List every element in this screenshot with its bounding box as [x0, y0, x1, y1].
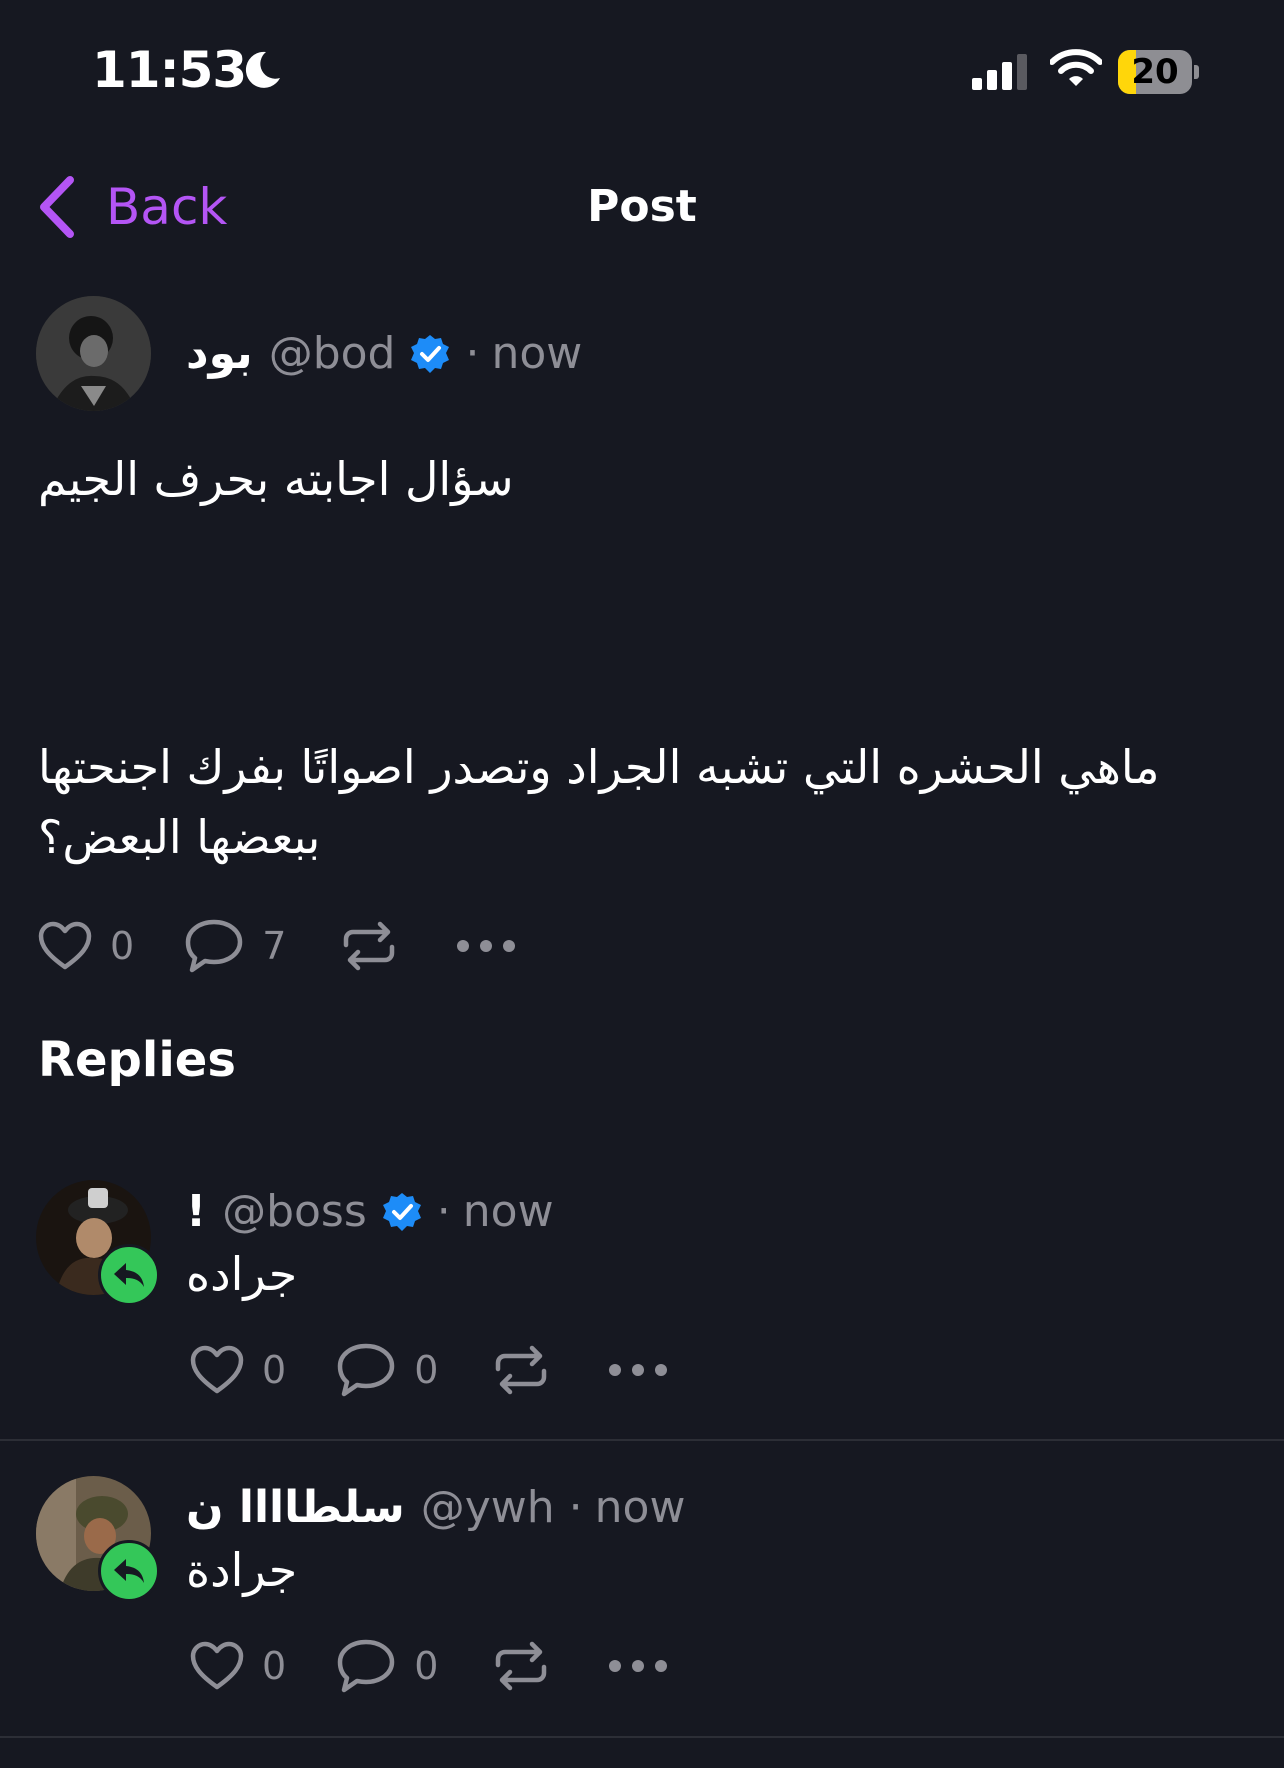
like-count: 0: [262, 1348, 287, 1392]
reply-badge: [98, 1540, 160, 1602]
meta-separator: ·: [436, 1186, 451, 1237]
reply-header: سلطاااا ن @ywh · now: [186, 1480, 685, 1536]
post-timestamp: now: [491, 328, 583, 379]
more-button[interactable]: [608, 1363, 668, 1377]
verified-badge-icon: [382, 1193, 421, 1231]
more-options-icon: [609, 1660, 668, 1672]
post-author-name[interactable]: بود: [186, 326, 253, 382]
reply-header: ! @boss · now: [186, 1184, 554, 1240]
like-count: 0: [262, 1644, 287, 1688]
reply-arrow-icon: [114, 1263, 144, 1287]
reply-badge: [98, 1244, 160, 1306]
post-author-handle[interactable]: @bod: [269, 326, 396, 382]
post-author-avatar[interactable]: [36, 296, 151, 411]
wifi-icon: [1050, 49, 1102, 86]
meta-separator: ·: [568, 1482, 583, 1533]
reply-timestamp: now: [594, 1482, 686, 1533]
comment-count: 7: [262, 924, 287, 968]
replies-heading: Replies: [38, 1032, 236, 1088]
comment-icon: [185, 919, 243, 973]
reply-author-handle[interactable]: @boss: [222, 1184, 367, 1240]
reply-text: جراده: [186, 1247, 298, 1301]
status-time: 11:53: [92, 41, 247, 99]
post-text: سؤال اجابته بحرف الجيم ماهي الحشره التي …: [38, 444, 1248, 872]
cellular-signal-icon: [972, 54, 1027, 90]
divider: [0, 1439, 1284, 1441]
post-text-line: ماهي الحشره التي تشبه الجراد وتصدر اصوات…: [38, 740, 1160, 864]
comment-button[interactable]: 0: [336, 1342, 438, 1398]
verified-badge-icon: [411, 335, 450, 373]
reply-actions: 0 0: [190, 1340, 668, 1400]
post-text-line: سؤال اجابته بحرف الجيم: [38, 452, 514, 506]
meta-separator: ·: [465, 328, 480, 379]
reply-text: جرادة: [186, 1543, 298, 1597]
more-button[interactable]: [608, 1659, 668, 1673]
heart-icon: [190, 1641, 244, 1690]
heart-icon: [190, 1345, 244, 1394]
reply-author-name[interactable]: سلطاااا ن: [186, 1480, 405, 1536]
battery-indicator: 20: [1118, 50, 1200, 94]
like-count: 0: [110, 924, 135, 968]
like-button[interactable]: 0: [190, 1345, 286, 1395]
comment-icon: [337, 1343, 395, 1397]
more-options-icon: [457, 940, 516, 952]
like-button[interactable]: 0: [190, 1641, 286, 1691]
more-button[interactable]: [456, 939, 516, 953]
repost-button[interactable]: [492, 1345, 550, 1395]
comment-count: 0: [414, 1348, 439, 1392]
reply-actions: 0 0: [190, 1636, 668, 1696]
reply-author-handle[interactable]: @ywh: [421, 1480, 555, 1536]
reply-timestamp: now: [462, 1186, 554, 1237]
post-header: بود @bod · now: [186, 326, 582, 382]
comment-button[interactable]: 0: [336, 1638, 438, 1694]
repost-button[interactable]: [340, 921, 398, 971]
more-options-icon: [609, 1364, 668, 1376]
heart-icon: [38, 921, 92, 970]
repost-icon: [496, 1641, 547, 1691]
repost-button[interactable]: [492, 1641, 550, 1691]
reply-arrow-icon: [114, 1559, 144, 1583]
avatar-image: [36, 296, 151, 411]
divider: [0, 1736, 1284, 1738]
page-title: Post: [587, 181, 697, 232]
comment-count: 0: [414, 1644, 439, 1688]
battery-level: 20: [1131, 52, 1179, 92]
moon-icon: [245, 51, 280, 88]
repost-icon: [344, 921, 395, 971]
comment-button[interactable]: 7: [184, 918, 286, 974]
repost-icon: [496, 1345, 547, 1395]
reply-author-name[interactable]: !: [186, 1184, 206, 1240]
like-button[interactable]: 0: [38, 921, 134, 971]
post-actions: 0 7: [38, 916, 516, 976]
comment-icon: [337, 1639, 395, 1693]
